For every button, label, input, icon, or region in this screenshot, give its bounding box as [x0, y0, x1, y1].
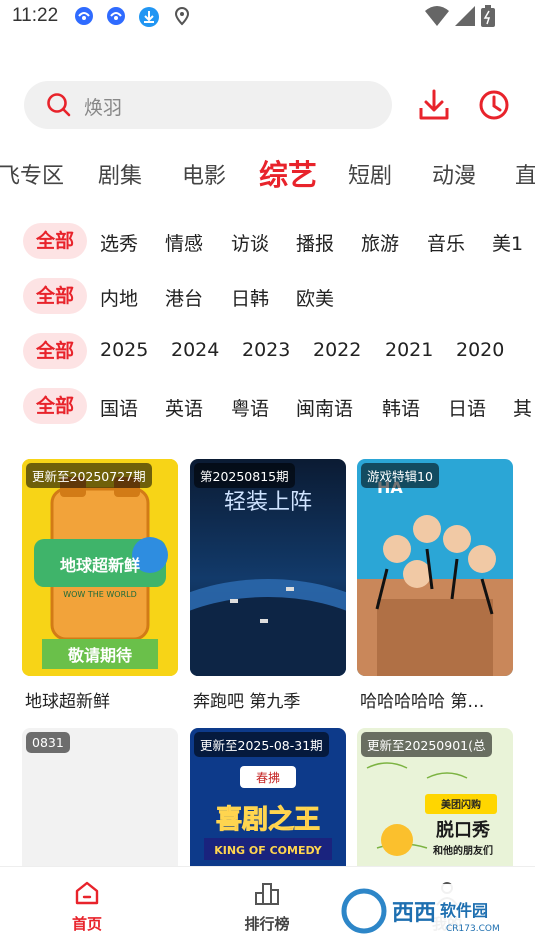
poster-image: 地球超新鲜 WOW THE WORLD 敬请期待 更新至20250727期	[22, 459, 178, 676]
svg-text:软件园: 软件园	[440, 901, 488, 920]
filter-option[interactable]: 2020	[456, 339, 504, 361]
show-card[interactable]: 轻装上阵 第20250815期 奔跑吧 第九季	[190, 459, 346, 712]
poster-subtitle: WOW THE WORLD	[63, 590, 137, 599]
poster-footer: 敬请期待	[67, 646, 132, 665]
filter-option[interactable]: 欧美	[296, 284, 334, 311]
poster-title: 轻装上阵	[224, 490, 312, 515]
filter-option[interactable]: 日语	[448, 394, 486, 421]
episode-badge: 更新至20250901(总	[361, 732, 492, 757]
show-card[interactable]: HA 游戏特辑10 哈哈哈哈哈 第…	[357, 459, 513, 712]
filter-option[interactable]: 2021	[385, 339, 433, 361]
battery-icon	[481, 5, 495, 27]
card-title: 地球超新鲜	[25, 692, 110, 712]
tab-movies[interactable]: 电影	[182, 158, 226, 190]
filter-option[interactable]: 播报	[296, 229, 334, 256]
svg-text:CR173.COM: CR173.COM	[446, 924, 500, 934]
filter-row-region: 全部 内地 港台 日韩 欧美	[0, 276, 535, 316]
filter-all-button[interactable]: 全部	[23, 388, 87, 424]
poster-title: 脱口秀	[436, 819, 490, 841]
search-input[interactable]: 焕羽	[24, 81, 392, 129]
poster-title: 地球超新鲜	[60, 556, 140, 575]
filter-option[interactable]: 2024	[171, 339, 219, 361]
filter-option[interactable]: 闽南语	[296, 394, 353, 421]
home-icon	[75, 881, 99, 905]
poster-subtitle: KING OF COMEDY	[214, 844, 323, 857]
poster-art: 轻装上阵	[190, 459, 346, 676]
episode-badge: 第20250815期	[194, 463, 295, 488]
filter-option[interactable]: 粤语	[231, 394, 269, 421]
poster-art: HA	[357, 459, 513, 676]
status-right-group	[425, 4, 495, 28]
filter-option[interactable]: 2023	[242, 339, 290, 361]
search-placeholder: 焕羽	[84, 97, 123, 119]
site-watermark-logo: 西西 软件园 CR173.COM	[336, 884, 516, 938]
channel-tabs: 飞专区 剧集 电影 综艺 短剧 动漫 直	[0, 150, 535, 194]
filter-option[interactable]: 港台	[165, 284, 203, 311]
download-icon[interactable]	[417, 88, 451, 122]
tab-series[interactable]: 剧集	[98, 158, 142, 190]
nav-home[interactable]: 首页	[37, 879, 137, 934]
chat-bubble-icon	[75, 7, 93, 25]
poster-image: HA 游戏特辑10	[357, 459, 513, 676]
show-card[interactable]: 地球超新鲜 WOW THE WORLD 敬请期待 更新至20250727期 地球…	[22, 459, 178, 712]
status-bar: 11:22	[0, 0, 535, 34]
card-title: 奔跑吧 第九季	[193, 692, 301, 712]
filter-option[interactable]: 旅游	[361, 229, 399, 256]
tab-feizhuanqu[interactable]: 飞专区	[0, 158, 64, 190]
episode-badge: 游戏特辑10	[361, 463, 439, 488]
filter-option[interactable]: 2022	[313, 339, 361, 361]
filter-row-year: 全部 2025 2024 2023 2022 2021 2020	[0, 331, 535, 371]
filter-option[interactable]: 音乐	[427, 229, 465, 256]
filter-all-button[interactable]: 全部	[23, 278, 87, 314]
filter-option[interactable]: 其	[513, 394, 532, 421]
poster-title: 喜剧之王	[216, 804, 320, 835]
card-title: 哈哈哈哈哈 第…	[360, 692, 485, 712]
filter-option[interactable]: 内地	[100, 284, 138, 311]
tab-anime[interactable]: 动漫	[432, 158, 476, 190]
episode-badge: 更新至2025-08-31期	[194, 732, 329, 757]
nav-ranking[interactable]: 排行榜	[217, 879, 317, 934]
poster-art: 地球超新鲜 WOW THE WORLD 敬请期待	[22, 459, 178, 676]
filter-option[interactable]: 韩语	[382, 394, 420, 421]
tab-live[interactable]: 直	[515, 158, 535, 190]
filter-option[interactable]: 访谈	[231, 229, 269, 256]
poster-brand: 春拂	[256, 771, 280, 785]
search-icon	[47, 93, 71, 117]
filter-all-button[interactable]: 全部	[23, 223, 87, 259]
status-time: 11:22	[12, 5, 59, 26]
filter-option[interactable]: 美1	[492, 229, 523, 256]
tab-short-drama[interactable]: 短剧	[348, 158, 392, 190]
wifi-icon	[425, 6, 449, 26]
chat-bubble-icon	[107, 7, 125, 25]
episode-badge: 0831	[26, 732, 70, 753]
filter-all-button[interactable]: 全部	[23, 333, 87, 369]
episode-badge: 更新至20250727期	[26, 463, 152, 488]
history-clock-icon[interactable]	[477, 88, 511, 122]
nav-label: 首页	[71, 915, 102, 933]
filter-option[interactable]: 英语	[165, 394, 203, 421]
filter-option[interactable]: 日韩	[231, 284, 269, 311]
tab-variety[interactable]: 综艺	[259, 152, 317, 194]
filter-option[interactable]: 2025	[100, 339, 148, 361]
signal-icon	[455, 6, 475, 26]
location-pin-icon	[174, 6, 190, 26]
filter-row-language: 全部 国语 英语 粤语 闽南语 韩语 日语 其	[0, 386, 535, 426]
svg-text:西西: 西西	[392, 901, 436, 926]
poster-subtitle: 和他的朋友们	[432, 844, 493, 857]
filter-option[interactable]: 国语	[100, 394, 138, 421]
download-badge-icon	[139, 7, 159, 27]
poster-brand: 美团闪购	[441, 798, 481, 811]
nav-label: 排行榜	[244, 915, 290, 933]
filter-option[interactable]: 选秀	[100, 229, 138, 256]
filter-option[interactable]: 情感	[165, 229, 203, 256]
filter-row-genre: 全部 选秀 情感 访谈 播报 旅游 音乐 美1	[0, 221, 535, 261]
poster-image: 轻装上阵 第20250815期	[190, 459, 346, 676]
ranking-icon	[255, 883, 279, 905]
